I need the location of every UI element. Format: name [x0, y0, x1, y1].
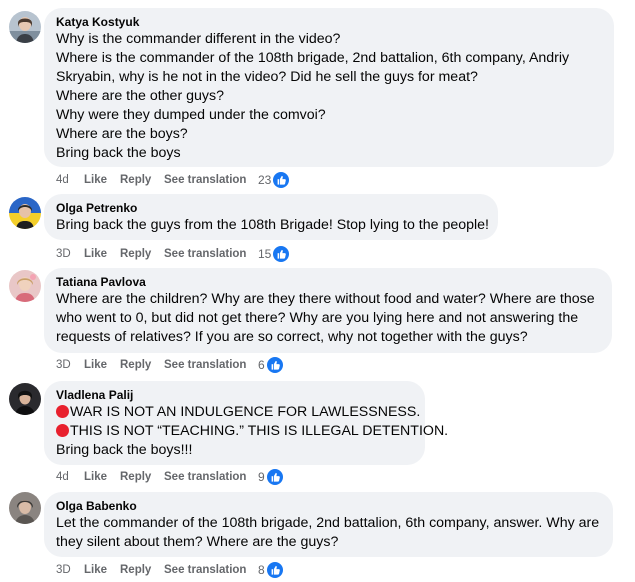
like-thumb-icon: [266, 469, 283, 485]
reaction-count[interactable]: 9: [258, 470, 265, 484]
avatar[interactable]: [9, 197, 41, 229]
avatar[interactable]: [9, 270, 41, 302]
comment-bubble: Tatiana Pavlova Where are the children? …: [44, 268, 612, 353]
comment-actions: 3D Like Reply See translation 6: [56, 357, 283, 373]
comment-text-line: Bring back the guys from the 108th Briga…: [56, 217, 489, 233]
comment-author[interactable]: Olga Babenko: [56, 498, 601, 514]
comment-text-line: THIS IS NOT “TEACHING.” THIS IS ILLEGAL …: [56, 422, 448, 441]
like-button[interactable]: Like: [84, 471, 120, 483]
comment-bubble: Vladlena Palij WAR IS NOT AN INDULGENCE …: [44, 381, 448, 465]
reply-button[interactable]: Reply: [120, 248, 164, 260]
reply-button[interactable]: Reply: [120, 471, 164, 483]
comment-text-line: WAR IS NOT AN INDULGENCE FOR LAWLESSNESS…: [56, 403, 420, 422]
comment-text-line: Where are the boys?: [56, 126, 188, 142]
comment-author[interactable]: Tatiana Pavlova: [56, 274, 600, 290]
comment-timestamp[interactable]: 4d: [56, 174, 84, 186]
comment-bubble: Olga Babenko Let the commander of the 10…: [44, 492, 613, 557]
comment-actions: 4d Like Reply See translation 9: [56, 469, 283, 485]
comment-text-line: Bring back the boys: [56, 145, 181, 161]
comment-bubble: Katya Kostyuk Why is the commander diffe…: [44, 8, 614, 167]
comment-author[interactable]: Vladlena Palij: [56, 387, 413, 403]
reaction-count[interactable]: 15: [258, 247, 271, 261]
avatar[interactable]: [9, 383, 41, 415]
comment-actions: 3D Like Reply See translation 15: [56, 246, 290, 262]
like-button[interactable]: Like: [84, 174, 120, 186]
reaction-count[interactable]: 8: [258, 563, 265, 577]
comment-text-line: Why is the commander different in the vi…: [56, 31, 341, 47]
comment-text-line: who went to 0, but did not get there? Wh…: [56, 310, 579, 326]
comment-timestamp[interactable]: 3D: [56, 248, 84, 260]
comment-actions: 3D Like Reply See translation 8: [56, 562, 283, 578]
like-button[interactable]: Like: [84, 248, 120, 260]
avatar[interactable]: [9, 492, 41, 524]
red-circle-icon: [56, 424, 69, 437]
see-translation-link[interactable]: See translation: [164, 359, 258, 371]
see-translation-link[interactable]: See translation: [164, 174, 258, 186]
comment-timestamp[interactable]: 4d: [56, 471, 84, 483]
comment-text-line: Why were they dumped under the comvoi?: [56, 107, 326, 123]
reply-button[interactable]: Reply: [120, 174, 164, 186]
comment-timestamp[interactable]: 3D: [56, 564, 84, 576]
comment-timestamp[interactable]: 3D: [56, 359, 84, 371]
see-translation-link[interactable]: See translation: [164, 248, 258, 260]
reply-button[interactable]: Reply: [120, 359, 164, 371]
reaction-count[interactable]: 23: [258, 173, 271, 187]
comment-text: WAR IS NOT AN INDULGENCE FOR LAWLESSNESS…: [70, 404, 421, 420]
red-circle-icon: [56, 405, 69, 418]
like-thumb-icon: [266, 562, 283, 578]
comment-text-line: Where are the children? Why are they the…: [56, 291, 595, 307]
like-thumb-icon: [273, 172, 290, 188]
comment-text-line: Where is the commander of the 108th brig…: [56, 50, 570, 66]
comment-author[interactable]: Olga Petrenko: [56, 200, 486, 216]
like-thumb-icon: [273, 246, 290, 262]
avatar[interactable]: [9, 11, 41, 43]
like-thumb-icon: [266, 357, 283, 373]
like-button[interactable]: Like: [84, 564, 120, 576]
comment-author[interactable]: Katya Kostyuk: [56, 14, 602, 30]
see-translation-link[interactable]: See translation: [164, 564, 258, 576]
comment-text-line: requests of relatives? If you are so cor…: [56, 329, 528, 345]
comment-text: THIS IS NOT “TEACHING.” THIS IS ILLEGAL …: [70, 423, 449, 439]
comment-actions: 4d Like Reply See translation 23: [56, 172, 290, 188]
like-button[interactable]: Like: [84, 359, 120, 371]
comment-text-line: Bring back the boys!!!: [56, 442, 193, 458]
reaction-count[interactable]: 6: [258, 358, 265, 372]
comment-text-line: they silent about them? Where are the gu…: [56, 534, 339, 550]
comment-text-line: Where are the other guys?: [56, 88, 224, 104]
comment-bubble: Olga Petrenko Bring back the guys from t…: [44, 194, 498, 240]
see-translation-link[interactable]: See translation: [164, 471, 258, 483]
comment-text-line: Let the commander of the 108th brigade, …: [56, 515, 600, 531]
reply-button[interactable]: Reply: [120, 564, 164, 576]
comment-text-line: Skryabin, why is he not in the video? Di…: [56, 69, 478, 85]
